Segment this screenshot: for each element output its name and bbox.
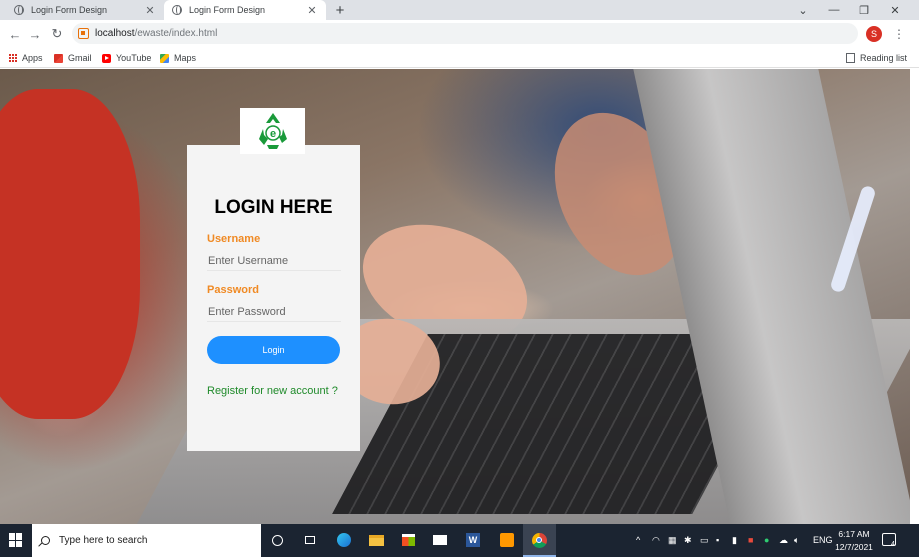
reload-icon[interactable]: ↻	[48, 24, 66, 44]
windows-taskbar: Type here to search W ^ ◠ ▦ ✱ ▭ ▪ ▮ ■ ● …	[0, 524, 919, 557]
username-label: Username	[207, 233, 261, 245]
notification-count: 4	[891, 541, 895, 548]
maximize-button[interactable]: ❐	[849, 0, 879, 20]
tray-app-icon[interactable]: ▪	[716, 533, 719, 547]
edge-browser-icon[interactable]	[334, 530, 354, 550]
battery-icon[interactable]: ▭	[700, 533, 709, 547]
network-icon[interactable]: ▦	[668, 533, 677, 547]
login-card: LOGIN HERE Username Password Login Regis…	[187, 145, 360, 451]
password-input[interactable]	[207, 302, 341, 322]
globe-icon	[172, 5, 182, 15]
cortana-icon[interactable]	[267, 530, 287, 550]
username-input[interactable]	[207, 251, 341, 271]
bookmark-label: Apps	[22, 53, 43, 63]
windows-start-icon[interactable]	[9, 533, 23, 547]
bookmark-label: Gmail	[68, 53, 92, 63]
gmail-icon	[54, 53, 63, 63]
reading-list-button[interactable]: Reading list	[846, 51, 907, 65]
forward-arrow-icon[interactable]: →	[26, 24, 44, 44]
browser-tab-1[interactable]: Login Form Design ✕	[6, 0, 164, 20]
clock-date: 12/7/2021	[835, 542, 873, 552]
bookmark-gmail[interactable]: Gmail	[54, 51, 92, 65]
tab-title: Login Form Design	[31, 5, 108, 15]
close-window-button[interactable]: ✕	[880, 0, 910, 20]
onedrive-icon[interactable]: ☁	[779, 533, 788, 547]
reading-list-icon	[846, 53, 855, 63]
bookmark-label: Maps	[174, 53, 197, 63]
language-indicator[interactable]: ENG	[813, 533, 833, 547]
svg-text:e: e	[269, 128, 275, 140]
word-icon[interactable]: W	[463, 530, 483, 550]
address-bar[interactable]: localhost/ewaste/index.html	[72, 23, 858, 44]
minimize-button[interactable]: —	[819, 0, 849, 20]
taskbar-clock[interactable]: 6:17 AM 12/7/2021	[832, 528, 876, 554]
kebab-menu-icon[interactable]: ⋮	[892, 24, 906, 44]
taskbar-search-box[interactable]: Type here to search	[32, 524, 261, 557]
sublime-text-icon[interactable]	[497, 530, 517, 550]
volume-icon[interactable]: 🔈︎	[794, 533, 799, 547]
bookmark-maps[interactable]: Maps	[160, 51, 196, 65]
site-favicon-icon	[78, 28, 89, 39]
register-link[interactable]: Register for new account ?	[207, 385, 338, 397]
bookmark-youtube[interactable]: YouTube	[102, 51, 151, 65]
security-check-icon[interactable]: ●	[764, 533, 769, 547]
plus-icon: +	[335, 1, 345, 19]
file-explorer-icon[interactable]	[366, 530, 386, 550]
tab-strip: Login Form Design ✕ Login Form Design ✕ …	[0, 0, 919, 20]
new-tab-button[interactable]: +	[331, 0, 349, 20]
search-icon	[41, 536, 50, 545]
maps-icon	[160, 53, 169, 63]
antivirus-icon[interactable]: ■	[748, 533, 753, 547]
login-title: LOGIN HERE	[214, 197, 333, 218]
page-viewport	[0, 69, 910, 524]
ewaste-logo: e	[240, 108, 305, 154]
task-view-icon[interactable]	[300, 530, 320, 550]
bookmarks-bar: Apps Gmail YouTube Maps Reading list	[0, 48, 919, 68]
bookmark-apps[interactable]: Apps	[9, 51, 43, 65]
url-text[interactable]: localhost/ewaste/index.html	[95, 28, 217, 39]
bluetooth-icon[interactable]: ✱	[684, 533, 692, 547]
show-hidden-icons-chevron-icon[interactable]: ^	[636, 533, 640, 547]
browser-toolbar: ← → ↻ localhost/ewaste/index.html S ⋮	[0, 20, 919, 48]
youtube-icon	[102, 53, 111, 63]
tab-close-icon[interactable]: ✕	[144, 4, 156, 17]
clock-time: 6:17 AM	[838, 529, 870, 539]
mail-icon[interactable]	[430, 530, 450, 550]
profile-avatar[interactable]: S	[866, 26, 882, 42]
browser-tab-2[interactable]: Login Form Design ✕	[164, 0, 326, 20]
apps-grid-icon	[9, 54, 17, 62]
recycle-logo-icon: e	[258, 113, 287, 149]
bookmark-label: YouTube	[116, 53, 152, 63]
tab-search-chevron-icon[interactable]: ⌄	[788, 0, 818, 20]
search-placeholder: Type here to search	[59, 535, 148, 546]
login-button[interactable]: Login	[207, 336, 340, 364]
chrome-icon[interactable]	[529, 530, 549, 550]
back-arrow-icon[interactable]: ←	[6, 24, 24, 44]
tab-title: Login Form Design	[189, 5, 266, 15]
wifi-icon[interactable]: ◠	[652, 533, 660, 547]
usb-icon[interactable]: ▮	[732, 533, 737, 547]
globe-icon	[14, 5, 24, 15]
password-label: Password	[207, 284, 259, 296]
tab-close-icon[interactable]: ✕	[306, 4, 318, 17]
background-photo-sleeve	[0, 89, 140, 419]
microsoft-store-icon[interactable]	[398, 530, 418, 550]
reading-list-label: Reading list	[860, 53, 908, 63]
